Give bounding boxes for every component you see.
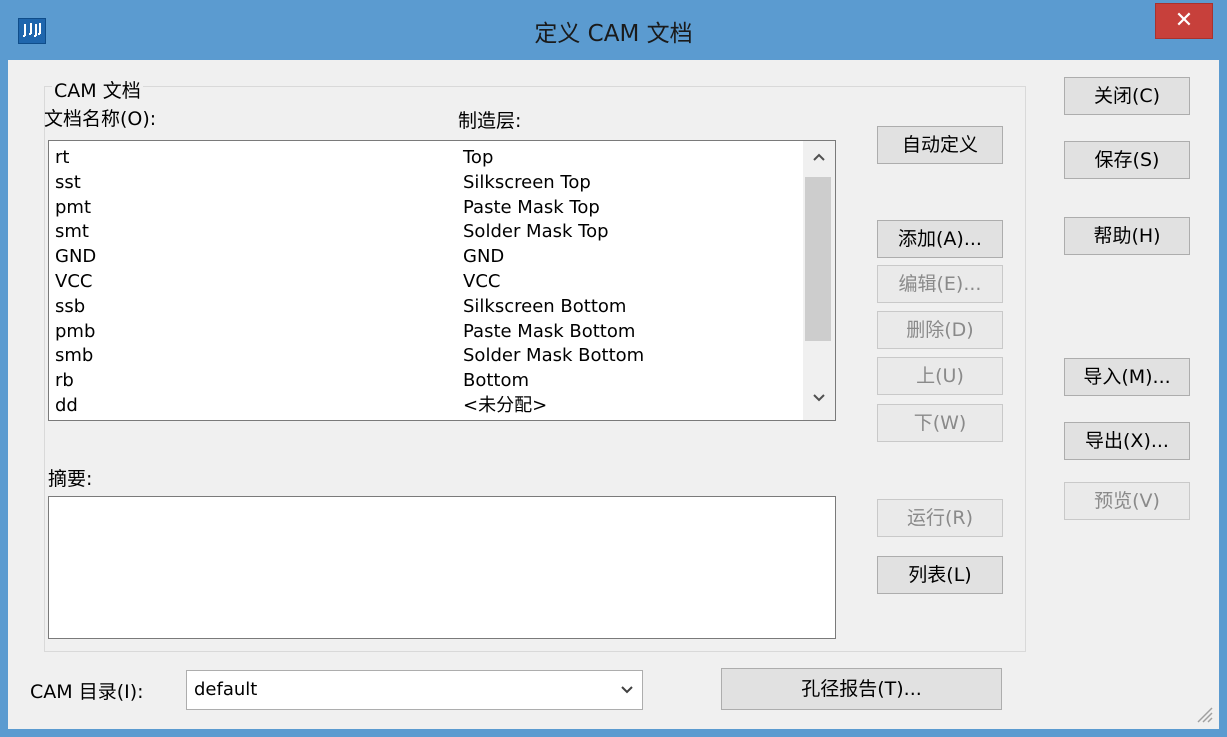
document-layer: VCC (463, 271, 501, 292)
list-item[interactable]: ssb Silkscreen Bottom (49, 294, 803, 319)
list-item[interactable]: rb Bottom (49, 368, 803, 393)
document-list[interactable]: rt Top sst Silkscreen Top pmt Paste Mask Top s… (48, 140, 836, 421)
document-layer: Silkscreen Bottom (463, 295, 627, 317)
document-layer: Bottom (463, 370, 530, 392)
list-item[interactable]: smt Solder Mask Top (49, 219, 803, 244)
summary-textbox[interactable] (48, 496, 836, 639)
document-layer: <未分配> (463, 395, 548, 416)
chevron-down-icon (620, 671, 634, 723)
document-name: sst (55, 171, 81, 193)
dialog-body: CAM 文档 文档名称(O): 制造层: rt Top sst Silkscreen … (8, 60, 1219, 729)
document-name: VCC (55, 271, 93, 292)
cam-directory-label: CAM 目录(I): (30, 681, 144, 703)
summary-label: 摘要: (48, 468, 93, 490)
list-item[interactable]: rt Top (49, 145, 803, 170)
list-item[interactable]: smb Solder Mask Bottom (49, 343, 803, 368)
window-title: 定义 CAM 文档 (534, 21, 693, 47)
save-button[interactable]: 保存(S) (1064, 141, 1190, 179)
preview-button[interactable]: 预览(V) (1064, 482, 1190, 520)
document-name: smb (55, 345, 94, 367)
document-name: GND (55, 246, 97, 268)
run-button[interactable]: 运行(R) (877, 499, 1003, 537)
list-item[interactable]: GND GND (49, 244, 803, 269)
list-scrollbar[interactable] (803, 141, 835, 420)
document-layer: Top (463, 147, 494, 168)
move-up-button[interactable]: 上(U) (877, 357, 1003, 395)
document-name: ssb (55, 295, 86, 317)
help-button[interactable]: 帮助(H) (1064, 217, 1190, 255)
document-layer: Paste Mask Top (463, 196, 600, 218)
chevron-down-icon[interactable] (803, 384, 835, 414)
document-layer: Paste Mask Bottom (463, 320, 636, 342)
fabrication-layer-label: 制造层: (458, 110, 522, 132)
document-layer: Solder Mask Top (463, 221, 609, 243)
list-item[interactable]: dd <未分配> (49, 393, 803, 418)
chevron-up-icon[interactable] (803, 143, 835, 173)
list-item[interactable]: VCC VCC (49, 269, 803, 294)
document-name: pmt (55, 196, 92, 218)
close-button[interactable]: 关闭(C) (1064, 77, 1190, 115)
list-item[interactable]: pmt Paste Mask Top (49, 195, 803, 220)
document-name-label: 文档名称(O): (44, 108, 157, 130)
export-button[interactable]: 导出(X)... (1064, 422, 1190, 460)
move-down-button[interactable]: 下(W) (877, 404, 1003, 442)
cam-directory-value: default (194, 679, 258, 700)
document-name: rb (55, 370, 74, 392)
document-name: smt (55, 221, 89, 243)
document-layer: Solder Mask Bottom (463, 345, 645, 367)
drill-report-button[interactable]: 孔径报告(T)... (721, 668, 1002, 710)
import-button[interactable]: 导入(M)... (1064, 358, 1190, 396)
cam-directory-select[interactable]: default (186, 670, 643, 710)
group-title: CAM 文档 (52, 76, 143, 103)
list-button[interactable]: 列表(L) (877, 556, 1003, 594)
list-item[interactable]: pmb Paste Mask Bottom (49, 319, 803, 344)
list-item[interactable]: sst Silkscreen Top (49, 170, 803, 195)
document-layer: Silkscreen Top (463, 171, 591, 193)
close-icon: ✕ (1174, 8, 1194, 33)
document-name: rt (55, 147, 70, 168)
edit-button[interactable]: 编辑(E)... (877, 265, 1003, 303)
add-button[interactable]: 添加(A)... (877, 220, 1003, 258)
close-window-button[interactable]: ✕ (1155, 3, 1213, 39)
auto-define-button[interactable]: 自动定义 (877, 126, 1003, 164)
document-layer: GND (463, 246, 505, 268)
delete-button[interactable]: 删除(D) (877, 311, 1003, 349)
scroll-thumb[interactable] (805, 177, 831, 341)
document-name: dd (55, 395, 78, 416)
document-name: pmb (55, 320, 96, 342)
resize-grip-icon[interactable] (1194, 704, 1214, 724)
title-bar[interactable]: 定义 CAM 文档 ✕ (0, 0, 1227, 60)
